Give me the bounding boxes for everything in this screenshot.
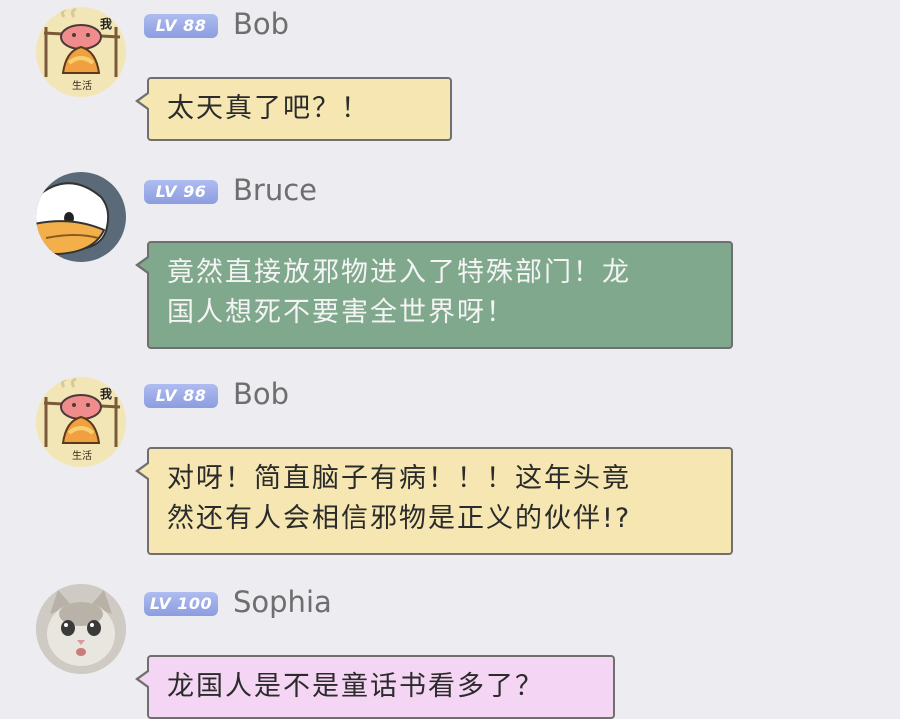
avatar[interactable]: 我 生活 [36, 377, 126, 467]
message-text: 对呀！简直脑子有病！！！这年头竟 [167, 463, 631, 494]
avatar[interactable] [36, 172, 126, 262]
avatar-tag-label: 我 [100, 387, 113, 401]
avatar-tag-label: 我 [100, 17, 113, 31]
avatar-caption-label: 生活 [72, 451, 92, 462]
message-bubble[interactable]: 龙国人是不是童话书看多了？ [135, 655, 615, 719]
username[interactable]: Bob [233, 8, 289, 40]
chat-message: LV 100 Sophia 龙国人是不是童话书看多了？ [0, 584, 900, 719]
username[interactable]: Bob [233, 378, 289, 410]
username[interactable]: Bruce [233, 174, 317, 206]
chat-message: 我 生活 LV 88 Bob 太天真了吧？！ [0, 6, 900, 146]
chat-message: LV 96 Bruce 竟然直接放邪物进入了特殊部门！龙 国人想死不要害全世界呀… [0, 172, 900, 352]
message-text: 然还有人会相信邪物是正义的伙伴!? [167, 503, 632, 534]
level-badge: LV 88 [144, 384, 218, 408]
kitten-photo-avatar-icon [36, 584, 126, 674]
level-badge: LV 96 [144, 180, 218, 204]
message-bubble[interactable]: 对呀！简直脑子有病！！！这年头竟 然还有人会相信邪物是正义的伙伴!? [135, 447, 733, 555]
level-badge: LV 88 [144, 14, 218, 38]
message-bubble[interactable]: 太天真了吧？！ [135, 77, 452, 141]
message-text: 国人想死不要害全世界呀！ [167, 297, 515, 328]
message-text: 竟然直接放邪物进入了特殊部门！龙 [167, 257, 631, 288]
duck-avatar-icon [36, 172, 126, 262]
message-text: 太天真了吧？！ [167, 93, 370, 124]
message-bubble[interactable]: 竟然直接放邪物进入了特殊部门！龙 国人想死不要害全世界呀！ [135, 241, 733, 349]
avatar-caption-label: 生活 [72, 81, 92, 92]
avatar[interactable]: 我 生活 [36, 7, 126, 97]
message-text: 龙国人是不是童话书看多了？ [167, 671, 544, 702]
level-badge: LV 100 [144, 592, 218, 616]
username[interactable]: Sophia [233, 586, 332, 618]
avatar[interactable] [36, 584, 126, 674]
chat-message: 我 生活 LV 88 Bob 对呀！简直脑子有病！！！这年头竟 然还有人会相信邪… [0, 376, 900, 558]
